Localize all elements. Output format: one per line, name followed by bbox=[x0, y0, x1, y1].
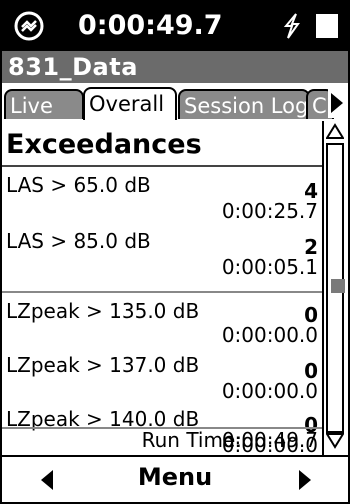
tab-bar: Live Session Log C Overall bbox=[2, 83, 348, 121]
run-time-value: 0:00:49.7 bbox=[221, 428, 318, 452]
tab-overall[interactable]: Overall bbox=[83, 87, 177, 120]
scrollbar-thumb[interactable] bbox=[331, 279, 345, 293]
divider bbox=[2, 291, 322, 293]
exceedance-duration: 0:00:00.0 bbox=[221, 323, 318, 347]
exceedance-label: LZpeak > 137.0 dB bbox=[6, 353, 200, 377]
exceedance-duration: 0:00:00.0 bbox=[221, 379, 318, 403]
elapsed-time: 0:00:49.7 bbox=[78, 10, 223, 41]
menu-button[interactable]: Menu bbox=[2, 463, 348, 491]
triangle-right-icon[interactable] bbox=[298, 469, 312, 491]
triangle-up-icon[interactable] bbox=[326, 123, 344, 139]
exceedance-duration: 0:00:25.7 bbox=[221, 199, 318, 223]
battery-icon bbox=[316, 14, 338, 38]
tab-scroll-right-button[interactable] bbox=[328, 88, 346, 118]
triangle-right-icon bbox=[331, 93, 343, 113]
circle-logo-icon bbox=[14, 11, 44, 41]
device-screen: 0:00:49.7 831_Data Live Session Log C Ov… bbox=[0, 0, 350, 504]
tab-live[interactable]: Live bbox=[4, 89, 84, 119]
lightning-icon bbox=[283, 13, 300, 39]
exceedance-label: LAS > 65.0 dB bbox=[6, 173, 151, 197]
triangle-down-icon[interactable] bbox=[326, 433, 344, 449]
status-bar: 0:00:49.7 bbox=[2, 2, 348, 51]
exceedances-panel: Exceedances LAS > 65.0 dB 4 0:00:25.7 LA… bbox=[2, 121, 322, 455]
file-name-bar: 831_Data bbox=[2, 51, 348, 83]
scrollbar[interactable] bbox=[322, 121, 346, 455]
divider bbox=[2, 165, 322, 167]
exceedance-duration: 0:00:05.1 bbox=[221, 255, 318, 279]
file-name: 831_Data bbox=[8, 53, 138, 81]
exceedance-label: LAS > 85.0 dB bbox=[6, 229, 151, 253]
tab-session-log[interactable]: Session Log bbox=[178, 89, 310, 119]
exceedance-label: LZpeak > 135.0 dB bbox=[6, 299, 200, 323]
bottom-bar: Menu bbox=[2, 455, 348, 502]
panel-title: Exceedances bbox=[6, 129, 202, 160]
scrollbar-track[interactable] bbox=[326, 143, 345, 433]
